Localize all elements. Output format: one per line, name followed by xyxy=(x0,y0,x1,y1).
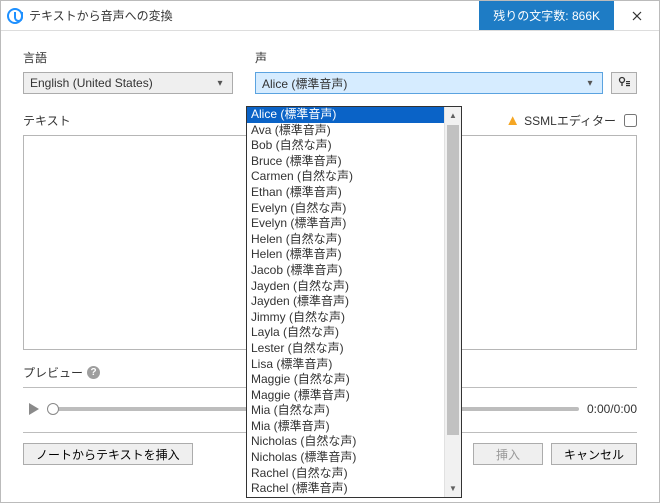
dropdown-scrollbar[interactable]: ▲ ▼ xyxy=(444,107,461,497)
app-icon xyxy=(7,8,23,24)
voice-option[interactable]: Nicholas (自然な声) xyxy=(247,434,444,450)
voice-option[interactable]: Ava (標準音声) xyxy=(247,123,444,139)
chevron-down-icon: ▾ xyxy=(582,78,598,89)
window-title: テキストから音声への変換 xyxy=(29,7,173,24)
ssml-editor-toggle[interactable]: ▲ SSMLエディター xyxy=(505,112,637,129)
ssml-editor-label: SSMLエディター xyxy=(524,112,616,129)
titlebar: テキストから音声への変換 残りの文字数: 866K xyxy=(1,1,659,31)
voice-option[interactable]: Jimmy (自然な声) xyxy=(247,310,444,326)
voice-label: 声 xyxy=(255,49,637,66)
voice-option[interactable]: Helen (標準音声) xyxy=(247,247,444,263)
close-icon xyxy=(632,11,642,21)
voice-option[interactable]: Maggie (自然な声) xyxy=(247,372,444,388)
voice-option[interactable]: Nicholas (標準音声) xyxy=(247,450,444,466)
voice-option[interactable]: Bob (自然な声) xyxy=(247,138,444,154)
voice-option[interactable]: Alice (標準音声) xyxy=(247,107,444,123)
playback-time: 0:00/0:00 xyxy=(587,402,637,416)
voice-option[interactable]: Jacob (標準音声) xyxy=(247,263,444,279)
voice-option-list: Alice (標準音声)Ava (標準音声)Bob (自然な声)Bruce (標… xyxy=(247,107,444,497)
scrollbar-thumb[interactable] xyxy=(447,125,459,435)
play-button[interactable] xyxy=(23,398,45,420)
warning-icon: ▲ xyxy=(505,113,520,128)
voice-option[interactable]: Layla (自然な声) xyxy=(247,325,444,341)
voice-option[interactable]: Evelyn (標準音声) xyxy=(247,216,444,232)
scroll-up-icon[interactable]: ▲ xyxy=(445,107,461,124)
voice-option[interactable]: Maggie (標準音声) xyxy=(247,388,444,404)
voice-settings-button[interactable] xyxy=(611,72,637,94)
voice-option[interactable]: Jayden (自然な声) xyxy=(247,279,444,295)
voice-dropdown[interactable]: Alice (標準音声)Ava (標準音声)Bob (自然な声)Bruce (標… xyxy=(246,106,462,498)
language-select[interactable]: English (United States) ▾ xyxy=(23,72,233,94)
voice-option[interactable]: Evelyn (自然な声) xyxy=(247,201,444,217)
voice-selected-text: Alice (標準音声) xyxy=(262,75,582,92)
language-selected-text: English (United States) xyxy=(30,76,212,90)
voice-option[interactable]: Lisa (標準音声) xyxy=(247,357,444,373)
language-label: 言語 xyxy=(23,49,233,66)
voice-option[interactable]: Carmen (自然な声) xyxy=(247,169,444,185)
voice-option[interactable]: Helen (自然な声) xyxy=(247,232,444,248)
text-label: テキスト xyxy=(23,112,71,129)
voice-settings-icon xyxy=(617,76,631,90)
voice-option[interactable]: Rachel (自然な声) xyxy=(247,466,444,482)
preview-label: プレビュー xyxy=(23,364,83,381)
voice-option[interactable]: Jayden (標準音声) xyxy=(247,294,444,310)
voice-option[interactable]: Mia (標準音声) xyxy=(247,419,444,435)
voice-option[interactable]: Bruce (標準音声) xyxy=(247,154,444,170)
voice-option[interactable]: Rachel (標準音声) xyxy=(247,481,444,497)
voice-option[interactable]: Mia (自然な声) xyxy=(247,403,444,419)
slider-thumb[interactable] xyxy=(47,403,59,415)
chevron-down-icon: ▾ xyxy=(212,78,228,89)
scroll-down-icon[interactable]: ▼ xyxy=(445,480,461,497)
voice-option[interactable]: Lester (自然な声) xyxy=(247,341,444,357)
insert-from-note-button[interactable]: ノートからテキストを挿入 xyxy=(23,443,193,465)
cancel-button[interactable]: キャンセル xyxy=(551,443,637,465)
ssml-editor-checkbox[interactable] xyxy=(624,114,637,127)
insert-button[interactable]: 挿入 xyxy=(473,443,543,465)
remaining-chars-badge: 残りの文字数: 866K xyxy=(479,1,614,30)
close-button[interactable] xyxy=(614,1,659,30)
help-icon[interactable]: ? xyxy=(87,366,100,379)
voice-select[interactable]: Alice (標準音声) ▾ xyxy=(255,72,603,94)
voice-option[interactable]: Ethan (標準音声) xyxy=(247,185,444,201)
play-icon xyxy=(28,402,40,416)
